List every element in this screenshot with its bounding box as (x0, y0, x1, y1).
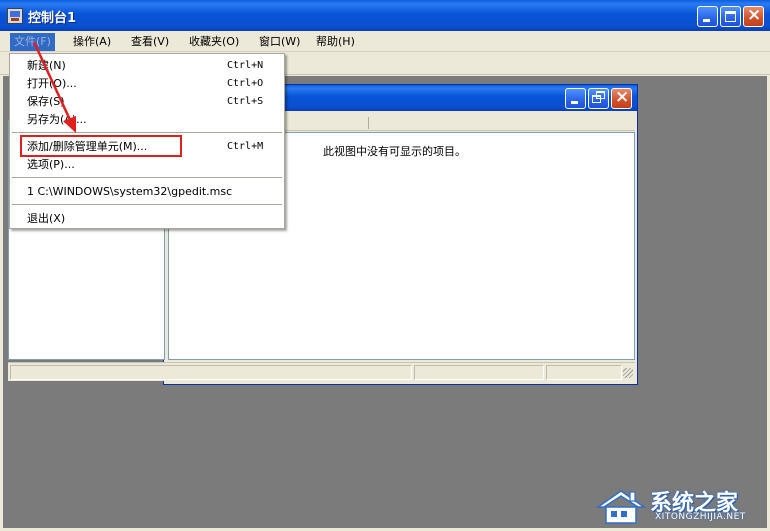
menu-action[interactable]: 操作(A) (69, 33, 115, 51)
child-close-button[interactable]: × (611, 87, 632, 109)
house-logo-icon (595, 490, 647, 524)
menu-window[interactable]: 窗口(W) (255, 33, 304, 51)
menu-item-options[interactable]: 选项(P)... (10, 156, 284, 174)
menu-item-label: 打开(O)... (27, 77, 77, 90)
highlight-annotation-box (20, 135, 182, 157)
minimize-icon (703, 19, 710, 22)
menu-item-label: 新建(N) (27, 59, 66, 72)
menu-separator (12, 177, 282, 178)
console-window: 控制台1 × 文件(F) 操作(A) 查看(V) 收藏夹(O) 窗口(W) 帮助… (0, 0, 770, 531)
minimize-icon (571, 101, 578, 104)
column-divider[interactable] (368, 117, 369, 129)
menu-item-shortcut: Ctrl+N (227, 60, 264, 71)
menu-item-label: 保存(S) (27, 95, 65, 108)
menu-item-save-as[interactable]: 另存为(A)... (10, 111, 284, 129)
child-restore-button[interactable] (588, 88, 609, 109)
restore-icon-front (592, 95, 601, 103)
menu-item-open[interactable]: 打开(O)... Ctrl+O (10, 75, 284, 93)
menu-item-label: 另存为(A)... (27, 113, 87, 126)
menu-item-label: 选项(P)... (27, 158, 75, 171)
status-cell-2 (414, 365, 544, 380)
menu-item-new[interactable]: 新建(N) Ctrl+N (10, 57, 284, 75)
menu-help[interactable]: 帮助(H) (312, 33, 359, 51)
empty-view-message: 此视图中没有可显示的项目。 (323, 145, 466, 158)
menu-item-shortcut: Ctrl+O (227, 78, 264, 89)
resize-grip-icon[interactable] (623, 368, 633, 378)
menu-item-exit[interactable]: 退出(X) (10, 210, 284, 228)
menu-file[interactable]: 文件(F) (10, 33, 55, 51)
status-cell-main (10, 365, 412, 380)
maximize-button[interactable] (720, 6, 741, 27)
menu-item-recent-file[interactable]: 1 C:\WINDOWS\system32\gpedit.msc (10, 183, 284, 201)
site-watermark: 系统之家 XITONGZHIJIA.NET (594, 481, 770, 531)
title-bar[interactable]: 控制台1 × (0, 0, 770, 31)
maximize-icon (725, 11, 736, 22)
close-button[interactable]: × (743, 5, 764, 27)
menu-separator (12, 204, 282, 205)
window-title: 控制台1 (28, 11, 77, 26)
watermark-subtitle: XITONGZHIJIA.NET (655, 512, 746, 522)
close-icon: × (747, 5, 762, 25)
close-icon: × (615, 87, 630, 107)
console-app-icon[interactable] (7, 8, 23, 24)
menu-item-label: 退出(X) (27, 212, 66, 225)
menu-bar: 文件(F) 操作(A) 查看(V) 收藏夹(O) 窗口(W) 帮助(H) (0, 31, 770, 52)
menu-item-label: 1 C:\WINDOWS\system32\gpedit.msc (27, 185, 233, 198)
menu-separator (12, 132, 282, 133)
menu-item-shortcut: Ctrl+M (227, 141, 264, 152)
status-cell-3 (546, 365, 622, 380)
minimize-button[interactable] (697, 6, 718, 27)
menu-favorites[interactable]: 收藏夹(O) (185, 33, 243, 51)
menu-item-shortcut: Ctrl+S (227, 96, 264, 107)
menu-item-save[interactable]: 保存(S) Ctrl+S (10, 93, 284, 111)
status-bar (8, 362, 635, 381)
file-menu-dropdown: 新建(N) Ctrl+N 打开(O)... Ctrl+O 保存(S) Ctrl+… (9, 53, 285, 229)
menu-view[interactable]: 查看(V) (127, 33, 173, 51)
child-minimize-button[interactable] (565, 88, 586, 109)
